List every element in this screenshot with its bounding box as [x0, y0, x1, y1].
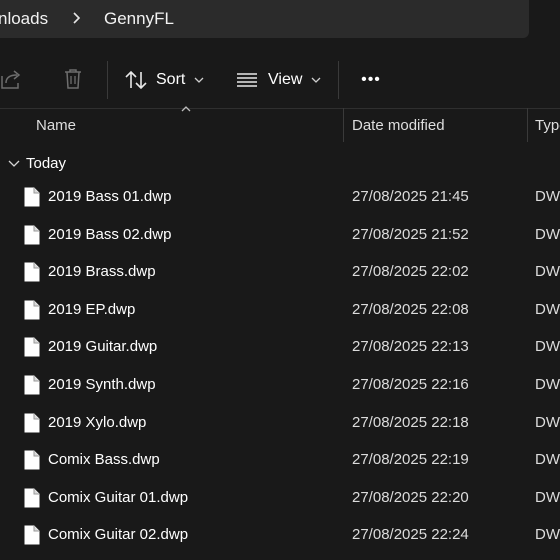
- file-name: 2019 Bass 02.dwp: [48, 226, 172, 243]
- file-icon: [24, 525, 40, 545]
- address-bar[interactable]: nloads GennyFL: [0, 0, 529, 38]
- file-row[interactable]: 2019 Bass 01.dwp 27/08/2025 21:45 DW: [0, 178, 560, 215]
- sort-label: Sort: [156, 71, 186, 88]
- file-type: DW: [535, 526, 560, 543]
- trash-icon[interactable]: [62, 67, 84, 91]
- file-icon: [24, 337, 40, 357]
- column-header-type[interactable]: Type: [528, 108, 560, 142]
- file-type: DW: [535, 301, 560, 318]
- chevron-down-icon: [311, 77, 321, 83]
- file-row[interactable]: 2019 EP.dwp 27/08/2025 22:08 DW: [0, 291, 560, 328]
- column-header-row: Name Date modified Type: [0, 106, 560, 142]
- file-name: 2019 Xylo.dwp: [48, 414, 147, 431]
- file-date-modified: 27/08/2025 22:02: [352, 263, 469, 280]
- file-row[interactable]: 2019 Brass.dwp 27/08/2025 22:02 DW: [0, 253, 560, 290]
- file-date-modified: 27/08/2025 22:19: [352, 451, 469, 468]
- file-row[interactable]: 2019 Synth.dwp 27/08/2025 22:16 DW: [0, 366, 560, 403]
- sort-arrows-icon: [125, 70, 147, 90]
- column-header-name[interactable]: Name: [0, 108, 343, 142]
- file-type: DW: [535, 338, 560, 355]
- file-row[interactable]: Comix Guitar 02.dwp 27/08/2025 22:24 DW: [0, 516, 560, 553]
- breadcrumb-current[interactable]: GennyFL: [104, 9, 174, 29]
- file-type: DW: [535, 376, 560, 393]
- file-type: DW: [535, 489, 560, 506]
- share-icon[interactable]: [0, 67, 24, 91]
- breadcrumb-parent[interactable]: nloads: [0, 9, 48, 29]
- file-name: 2019 Guitar.dwp: [48, 338, 158, 355]
- file-row[interactable]: 2019 Guitar.dwp 27/08/2025 22:13 DW: [0, 328, 560, 365]
- group-header-today[interactable]: Today: [0, 150, 300, 176]
- file-icon: [24, 300, 40, 320]
- file-type: DW: [535, 263, 560, 280]
- file-date-modified: 27/08/2025 22:13: [352, 338, 469, 355]
- view-button[interactable]: View: [236, 62, 321, 98]
- sort-button[interactable]: Sort: [124, 62, 204, 98]
- file-date-modified: 27/08/2025 22:20: [352, 489, 469, 506]
- file-type: DW: [535, 414, 560, 431]
- chevron-down-icon: [8, 160, 20, 167]
- chevron-right-icon: [73, 12, 81, 24]
- view-label: View: [268, 71, 303, 88]
- chevron-down-icon: [194, 77, 204, 83]
- file-row[interactable]: 2019 Bass 02.dwp 27/08/2025 21:52 DW: [0, 216, 560, 253]
- view-lines-icon: [237, 73, 257, 87]
- more-options-button[interactable]: •••: [356, 62, 386, 98]
- address-bar-gap: [529, 0, 560, 38]
- file-name: 2019 Bass 01.dwp: [48, 188, 172, 205]
- file-row[interactable]: Comix Guitar 01.dwp 27/08/2025 22:20 DW: [0, 479, 560, 516]
- group-label: Today: [26, 154, 67, 172]
- file-name: 2019 Brass.dwp: [48, 263, 156, 280]
- file-icon: [24, 375, 40, 395]
- file-date-modified: 27/08/2025 21:45: [352, 188, 469, 205]
- column-header-date-modified[interactable]: Date modified: [344, 108, 527, 142]
- file-icon: [24, 413, 40, 433]
- file-type: DW: [535, 226, 560, 243]
- file-name: 2019 EP.dwp: [48, 301, 136, 318]
- file-icon: [24, 262, 40, 282]
- file-name: Comix Guitar 02.dwp: [48, 526, 189, 543]
- command-bar: Sort View •••: [0, 50, 560, 109]
- file-icon: [24, 187, 40, 207]
- file-type: DW: [535, 451, 560, 468]
- toolbar-divider: [107, 61, 108, 99]
- file-name: Comix Bass.dwp: [48, 451, 160, 468]
- more-label: •••: [361, 71, 381, 88]
- file-date-modified: 27/08/2025 22:16: [352, 376, 469, 393]
- file-icon: [24, 225, 40, 245]
- file-name: 2019 Synth.dwp: [48, 376, 156, 393]
- file-row[interactable]: Comix Bass.dwp 27/08/2025 22:19 DW: [0, 441, 560, 478]
- file-date-modified: 27/08/2025 22:08: [352, 301, 469, 318]
- file-name: Comix Guitar 01.dwp: [48, 489, 189, 506]
- file-type: DW: [535, 188, 560, 205]
- file-icon: [24, 450, 40, 470]
- toolbar-divider: [338, 61, 339, 99]
- file-date-modified: 27/08/2025 22:18: [352, 414, 469, 431]
- file-date-modified: 27/08/2025 22:24: [352, 526, 469, 543]
- file-row[interactable]: 2019 Xylo.dwp 27/08/2025 22:18 DW: [0, 404, 560, 441]
- file-date-modified: 27/08/2025 21:52: [352, 226, 469, 243]
- file-icon: [24, 488, 40, 508]
